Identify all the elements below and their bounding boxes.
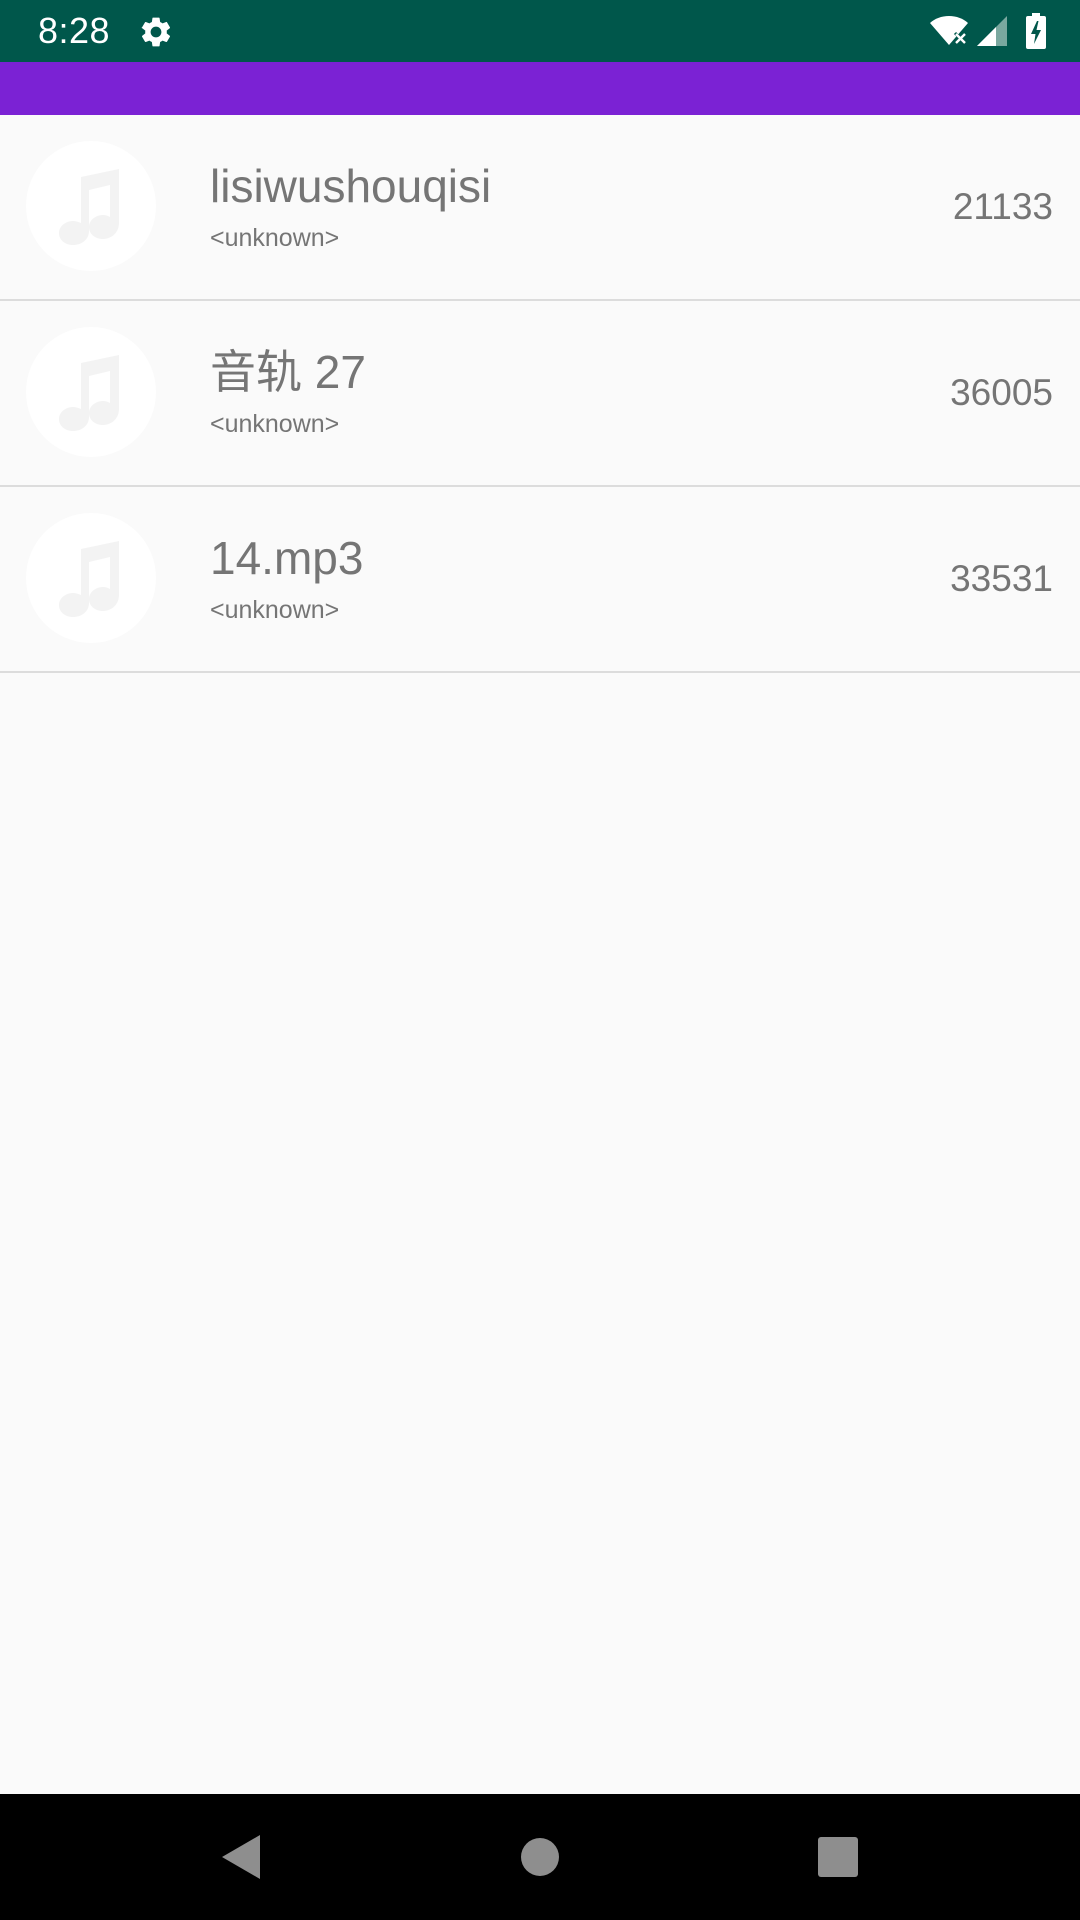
status-time: 8:28 xyxy=(38,10,111,51)
track-artist: <unknown> xyxy=(210,596,340,624)
track-title: 音轨 27 xyxy=(210,346,366,398)
track-artist: <unknown> xyxy=(210,410,340,438)
recents-icon[interactable] xyxy=(803,1822,873,1892)
status-icons xyxy=(928,12,1046,50)
track-count: 36005 xyxy=(950,372,1053,413)
track-list: lisiwushouqisi <unknown> 21133 音轨 27 <un… xyxy=(0,115,1080,673)
list-item[interactable]: 音轨 27 <unknown> 36005 xyxy=(0,301,1080,487)
track-title: lisiwushouqisi xyxy=(210,160,492,212)
track-count: 21133 xyxy=(952,186,1053,227)
home-icon[interactable] xyxy=(505,1822,575,1892)
wifi-off-icon xyxy=(928,15,970,47)
list-item[interactable]: lisiwushouqisi <unknown> 21133 xyxy=(0,115,1080,301)
track-count: 33531 xyxy=(950,558,1053,599)
navigation-bar xyxy=(0,1794,1080,1920)
battery-charging-icon xyxy=(1026,13,1046,49)
track-artist: <unknown> xyxy=(210,224,340,252)
music-note-icon xyxy=(59,541,119,617)
list-item[interactable]: 14.mp3 <unknown> 33531 xyxy=(0,487,1080,673)
gear-icon xyxy=(138,14,174,50)
cellular-signal-icon xyxy=(976,15,1008,47)
track-avatar xyxy=(26,327,156,457)
track-avatar xyxy=(26,141,156,271)
back-icon[interactable] xyxy=(205,1822,275,1892)
track-title: 14.mp3 xyxy=(210,532,364,584)
music-note-icon xyxy=(59,169,119,245)
track-avatar xyxy=(26,513,156,643)
status-bar: 8:28 xyxy=(0,0,1080,62)
app-bar xyxy=(0,62,1080,115)
music-note-icon xyxy=(59,355,119,431)
